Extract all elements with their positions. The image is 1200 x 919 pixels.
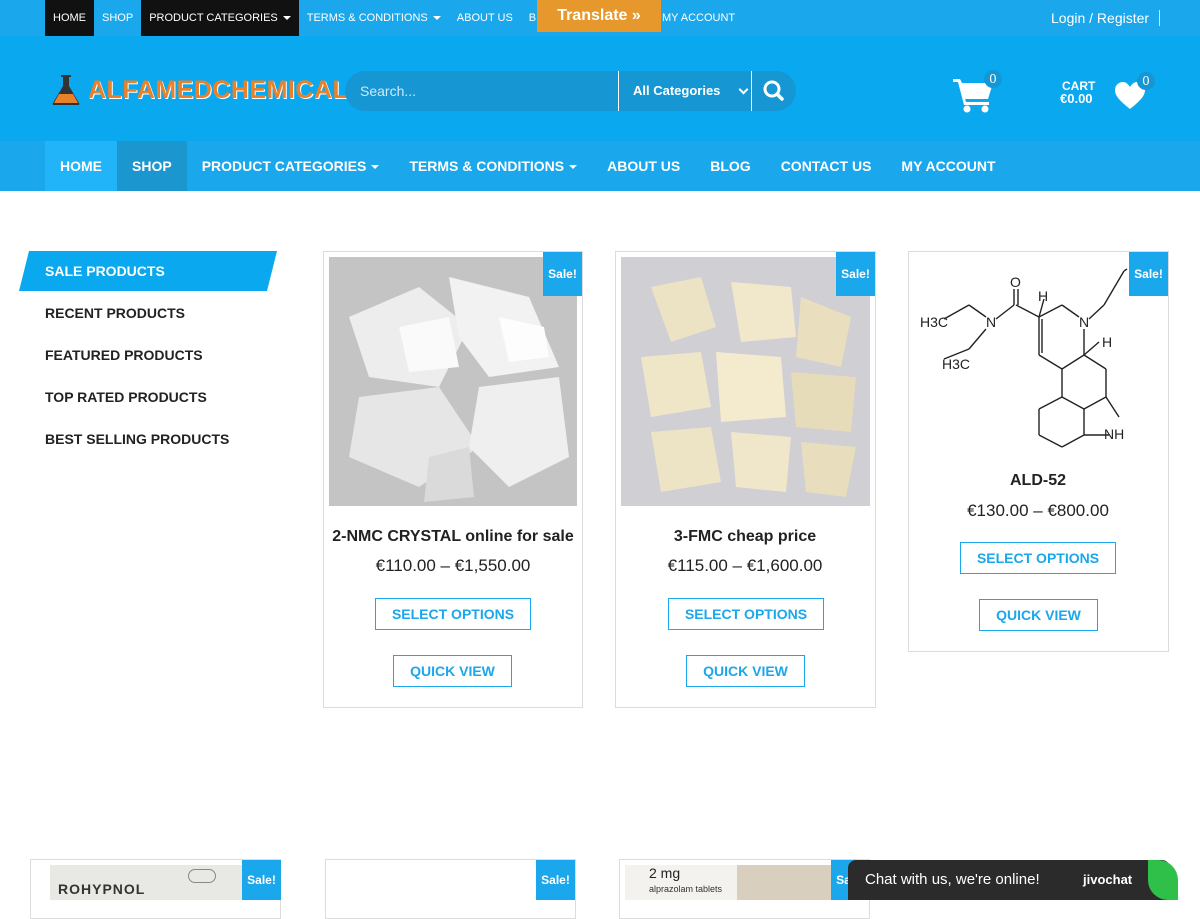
top-nav: HOME SHOP PRODUCT CATEGORIES TERMS & CON…: [45, 0, 544, 36]
sidebar-item-sale-products[interactable]: SALE PRODUCTS: [45, 251, 165, 291]
site-header: ALFAMEDCHEMICAL All Categories 0 CART €0…: [0, 36, 1200, 141]
main-nav: HOME SHOP PRODUCT CATEGORIES TERMS & CON…: [0, 141, 1200, 191]
product-image[interactable]: H3C N O H N H H3C NH: [914, 257, 1129, 452]
chemical-structure-image: H3C N O H N H H3C NH: [920, 268, 1128, 448]
product-image-text: ROHYPNOL: [58, 881, 146, 897]
sidebar-item-recent-products[interactable]: RECENT PRODUCTS: [45, 305, 185, 321]
site-logo[interactable]: ALFAMEDCHEMICAL: [48, 72, 348, 108]
structure-label-h3c: H3C: [942, 356, 970, 372]
product-title[interactable]: 2-NMC CRYSTAL online for sale: [323, 528, 583, 546]
product-title[interactable]: 3-FMC cheap price: [615, 528, 875, 546]
structure-label-nh: NH: [1104, 426, 1124, 442]
search-icon: [763, 80, 784, 101]
quick-view-button[interactable]: QUICK VIEW: [393, 655, 512, 687]
search-bar: All Categories: [345, 71, 796, 111]
top-nav-about[interactable]: ABOUT US: [449, 0, 521, 36]
product-image[interactable]: [621, 257, 870, 506]
top-nav-home[interactable]: HOME: [45, 0, 94, 36]
cart-total[interactable]: €0.00: [1060, 91, 1093, 106]
main-nav-product-categories-label: PRODUCT CATEGORIES: [201, 158, 367, 174]
structure-label-n: N: [986, 314, 996, 330]
structure-label-h3c: H3C: [920, 314, 948, 330]
main-nav-terms-label: TERMS & CONDITIONS: [409, 158, 565, 174]
product-price: €115.00 – €1,600.00: [667, 556, 823, 575]
category-select-value: All Categories: [633, 83, 721, 98]
roche-logo-icon: [188, 869, 216, 883]
sale-badge: Sale!: [543, 252, 582, 296]
main-nav-my-account[interactable]: MY ACCOUNT: [886, 141, 1010, 191]
wishlist-count-badge: 0: [1137, 72, 1155, 90]
product-image[interactable]: 2 mg alprazolam tablets: [625, 865, 835, 900]
top-nav-product-categories[interactable]: PRODUCT CATEGORIES: [141, 0, 299, 36]
caret-down-icon: [282, 16, 291, 21]
product-image[interactable]: ROHYPNOL: [50, 865, 242, 900]
chat-brand-label: jivochat: [1083, 872, 1133, 887]
product-title[interactable]: ALD-52: [908, 472, 1168, 490]
top-nav-my-account[interactable]: MY ACCOUNT: [654, 0, 743, 36]
chat-widget-text: Chat with us, we're online!: [865, 871, 1040, 888]
logo-text: ALFAMEDCHEMICAL: [88, 75, 349, 104]
caret-down-icon: [569, 165, 578, 170]
chat-leaf-icon: [1148, 860, 1178, 900]
quick-view-button[interactable]: QUICK VIEW: [979, 599, 1098, 631]
login-register-link[interactable]: Login / Register: [1051, 10, 1149, 26]
structure-label-o: O: [1010, 274, 1021, 290]
caret-down-icon: [432, 16, 441, 21]
cart-count-badge: 0: [984, 70, 1002, 88]
sidebar-item-featured-products[interactable]: FEATURED PRODUCTS: [45, 347, 203, 363]
main-nav-product-categories[interactable]: PRODUCT CATEGORIES: [187, 141, 395, 191]
sale-badge: Sale!: [536, 860, 575, 900]
powder-image: [621, 257, 870, 506]
select-options-button[interactable]: SELECT OPTIONS: [375, 598, 531, 630]
product-price: €130.00 – €800.00: [967, 501, 1109, 520]
translate-button[interactable]: Translate »: [537, 0, 661, 32]
product-price: €110.00 – €1,550.00: [375, 556, 531, 575]
top-nav-product-categories-label: PRODUCT CATEGORIES: [149, 12, 278, 24]
chat-widget[interactable]: Chat with us, we're online! jivochat: [848, 860, 1178, 900]
quick-view-button[interactable]: QUICK VIEW: [686, 655, 805, 687]
top-nav-terms[interactable]: TERMS & CONDITIONS: [299, 0, 449, 36]
product-image[interactable]: [329, 257, 577, 506]
top-nav-terms-label: TERMS & CONDITIONS: [306, 12, 428, 24]
search-button[interactable]: [752, 71, 796, 111]
crystal-image: [329, 257, 577, 506]
product-image-subtext: alprazolam tablets: [649, 884, 723, 894]
sale-badge: Sale!: [242, 860, 281, 900]
main-nav-home[interactable]: HOME: [45, 141, 117, 191]
sale-badge: Sale!: [836, 252, 875, 296]
top-nav-shop[interactable]: SHOP: [94, 0, 141, 36]
category-select[interactable]: All Categories: [618, 71, 752, 111]
select-options-button[interactable]: SELECT OPTIONS: [668, 598, 824, 630]
sidebar-item-best-selling-products[interactable]: BEST SELLING PRODUCTS: [45, 431, 229, 447]
structure-label-h: H: [1102, 334, 1112, 350]
caret-down-icon: [371, 165, 380, 170]
main-nav-blog[interactable]: BLOG: [695, 141, 765, 191]
main-nav-about[interactable]: ABOUT US: [592, 141, 695, 191]
select-options-button[interactable]: SELECT OPTIONS: [960, 542, 1116, 574]
main-nav-contact[interactable]: CONTACT US: [766, 141, 887, 191]
product-image-text: 2 mg: [649, 865, 681, 881]
divider: [1159, 10, 1160, 26]
main-nav-shop[interactable]: SHOP: [117, 141, 187, 191]
top-nav-right: MY ACCOUNT: [654, 0, 743, 36]
sidebar-item-top-rated-products[interactable]: TOP RATED PRODUCTS: [45, 389, 207, 405]
main-nav-terms[interactable]: TERMS & CONDITIONS: [394, 141, 592, 191]
flask-icon: [52, 75, 80, 105]
structure-label-n: N: [1079, 314, 1089, 330]
bottle-image: [737, 865, 835, 900]
search-input[interactable]: [345, 71, 618, 111]
chevron-down-icon: [738, 84, 749, 95]
sale-badge: Sale!: [1129, 252, 1168, 296]
structure-label-h: H: [1038, 288, 1048, 304]
